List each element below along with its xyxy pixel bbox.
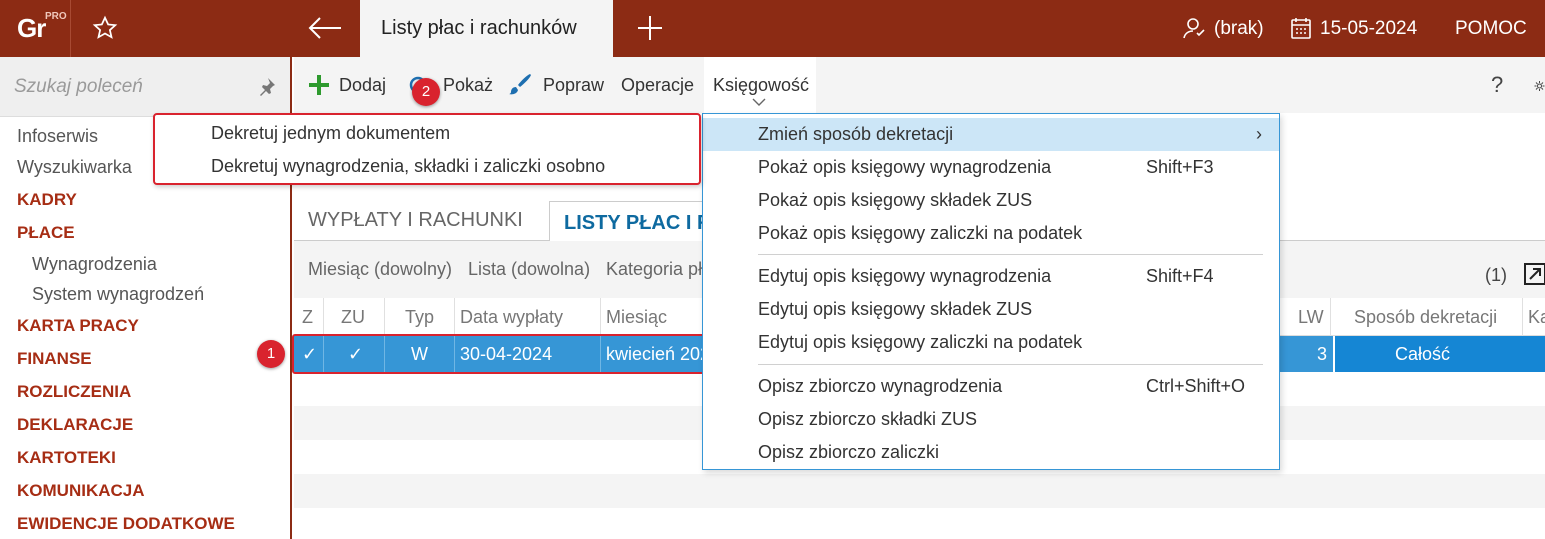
menu-item-bulk-zus[interactable]: Opisz zbiorczo składki ZUS xyxy=(703,403,1279,436)
gear-icon[interactable] xyxy=(1534,75,1545,97)
submenu-arrow-icon: › xyxy=(1256,124,1262,144)
accounting-dropdown-menu: Zmień sposób dekretacji › Pokaż opis ksi… xyxy=(702,113,1280,470)
top-bar: Gr PRO Listy płac i rachunków (brak) 15-… xyxy=(0,0,1545,57)
row-highlight-outline xyxy=(292,334,706,374)
menu-item-show-zus-desc[interactable]: Pokaż opis księgowy składek ZUS xyxy=(703,184,1279,217)
menu-item-label: Opisz zbiorczo składki ZUS xyxy=(758,409,978,429)
command-search xyxy=(0,57,290,117)
column-header-zu[interactable]: ZU xyxy=(341,307,365,328)
column-header-payment-date[interactable]: Data wypłaty xyxy=(460,307,563,328)
menu-item-edit-tax-desc[interactable]: Edytuj opis księgowy zaliczki na podatek xyxy=(703,326,1279,359)
expand-icon[interactable] xyxy=(1524,263,1545,285)
column-header-lw[interactable]: LW xyxy=(1298,307,1324,328)
menu-divider xyxy=(758,364,1263,365)
filter-month[interactable]: Miesiąc (dowolny) xyxy=(308,259,452,280)
record-count: (1) xyxy=(1485,265,1507,285)
show-button[interactable]: Pokaż xyxy=(443,57,493,113)
menu-item-show-tax-desc[interactable]: Pokaż opis księgowy zaliczki na podatek xyxy=(703,217,1279,250)
sidebar-item-deklaracje[interactable]: DEKLARACJE xyxy=(17,408,290,441)
sidebar-item-kadry[interactable]: KADRY xyxy=(17,183,290,216)
column-header-z[interactable]: Z xyxy=(302,307,313,328)
logo-text: Gr xyxy=(17,13,46,43)
menu-item-label: Zmień sposób dekretacji xyxy=(758,124,954,144)
edit-button[interactable]: Popraw xyxy=(543,57,604,113)
back-arrow-icon[interactable] xyxy=(308,16,342,40)
app-logo[interactable]: Gr PRO xyxy=(0,0,71,57)
step-badge-1: 1 xyxy=(257,340,285,368)
sidebar-item-system-wynagrodzen[interactable]: System wynagrodzeń xyxy=(17,279,290,309)
column-header-k[interactable]: Ka xyxy=(1528,307,1545,328)
sidebar-item-finanse[interactable]: FINANSE xyxy=(17,342,290,375)
submenu-item-separate[interactable]: Dekretuj wynagrodzenia, składki i zalicz… xyxy=(211,156,605,177)
favorite-star-icon[interactable] xyxy=(92,15,118,41)
menu-item-label: Edytuj opis księgowy składek ZUS xyxy=(758,299,1033,319)
new-tab-plus-icon[interactable] xyxy=(637,15,663,41)
menu-item-show-salary-desc[interactable]: Pokaż opis księgowy wynagrodzenia Shift+… xyxy=(703,151,1279,184)
column-header-month[interactable]: Miesiąc xyxy=(606,307,667,328)
sidebar-item-karta-pracy[interactable]: KARTA PRACY xyxy=(17,309,290,342)
sidebar-item-rozliczenia[interactable]: ROZLICZENIA xyxy=(17,375,290,408)
tab-payments[interactable]: WYPŁATY I RACHUNKI xyxy=(308,209,523,232)
brush-icon xyxy=(509,74,531,95)
menu-item-label: Opisz zbiorczo wynagrodzenia xyxy=(758,376,1003,396)
help-question-button[interactable]: ? xyxy=(1491,57,1503,113)
logo-pro-badge: PRO xyxy=(45,11,67,22)
accounting-menu-button[interactable]: Księgowość xyxy=(704,57,816,113)
menu-item-edit-zus-desc[interactable]: Edytuj opis księgowy składek ZUS xyxy=(703,293,1279,326)
work-date[interactable]: 15-05-2024 xyxy=(1320,0,1417,57)
menu-item-label: Pokaż opis księgowy składek ZUS xyxy=(758,190,1033,210)
cell-method-selected[interactable]: Całość xyxy=(1333,336,1545,372)
filter-list[interactable]: Lista (dowolna) xyxy=(468,259,590,280)
menu-item-label: Opisz zbiorczo zaliczki xyxy=(758,442,940,462)
posting-method-submenu: Dekretuj jednym dokumentem Dekretuj wyna… xyxy=(153,113,701,185)
menu-item-label: Pokaż opis księgowy zaliczki na podatek xyxy=(758,223,1083,243)
sidebar-item-kartoteki[interactable]: KARTOTEKI xyxy=(17,441,290,474)
menu-item-edit-salary-desc[interactable]: Edytuj opis księgowy wynagrodzenia Shift… xyxy=(703,260,1279,293)
menu-item-shortcut: Ctrl+Shift+O xyxy=(1146,376,1246,396)
operations-button[interactable]: Operacje xyxy=(621,57,694,113)
cell-method: Całość xyxy=(1395,344,1451,364)
toolbar: Dodaj Pokaż Popraw Operacje Księgowość ? xyxy=(294,57,1545,113)
sidebar-item-komunikacja[interactable]: KOMUNIKACJA xyxy=(17,474,290,507)
column-header-type[interactable]: Typ xyxy=(405,307,434,328)
empty-row xyxy=(294,474,1545,508)
filter-category[interactable]: Kategoria pł xyxy=(606,259,702,280)
tab-payroll-lists-active[interactable]: LISTY PŁAC I R xyxy=(549,201,709,241)
submenu-item-single-document[interactable]: Dekretuj jednym dokumentem xyxy=(211,123,450,144)
menu-item-shortcut: Shift+F4 xyxy=(1146,266,1214,286)
menu-item-label: Pokaż opis księgowy wynagrodzenia xyxy=(758,157,1052,177)
calendar-icon[interactable] xyxy=(1291,17,1311,39)
chevron-down-icon xyxy=(752,98,766,106)
search-input[interactable] xyxy=(14,71,244,103)
menu-divider xyxy=(758,254,1263,255)
menu-item-change-method[interactable]: Zmień sposób dekretacji › xyxy=(703,118,1279,151)
pin-icon[interactable] xyxy=(256,77,276,97)
sidebar-item-wynagrodzenia[interactable]: Wynagrodzenia xyxy=(17,249,290,279)
menu-item-bulk-salary[interactable]: Opisz zbiorczo wynagrodzenia Ctrl+Shift+… xyxy=(703,370,1279,403)
step-badge-2: 2 xyxy=(412,78,440,106)
sidebar-item-ewidencje-dodatkowe[interactable]: EWIDENCJE DODATKOWE xyxy=(17,507,290,539)
menu-item-bulk-tax[interactable]: Opisz zbiorczo zaliczki xyxy=(703,436,1279,469)
help-link[interactable]: POMOC xyxy=(1455,0,1527,57)
user-icon[interactable] xyxy=(1182,16,1206,40)
menu-item-shortcut: Shift+F3 xyxy=(1146,157,1214,177)
cell-lw: 3 xyxy=(1317,344,1328,364)
tab-payroll-lists[interactable]: Listy płac i rachunków xyxy=(360,0,613,57)
sidebar-item-place[interactable]: PŁACE xyxy=(17,216,290,249)
add-plus-icon[interactable] xyxy=(308,74,330,96)
column-header-method[interactable]: Sposób dekretacji xyxy=(1354,307,1497,328)
add-button[interactable]: Dodaj xyxy=(339,57,386,113)
menu-item-label: Edytuj opis księgowy zaliczki na podatek xyxy=(758,332,1083,352)
menu-item-label: Edytuj opis księgowy wynagrodzenia xyxy=(758,266,1052,286)
user-name[interactable]: (brak) xyxy=(1214,0,1264,57)
